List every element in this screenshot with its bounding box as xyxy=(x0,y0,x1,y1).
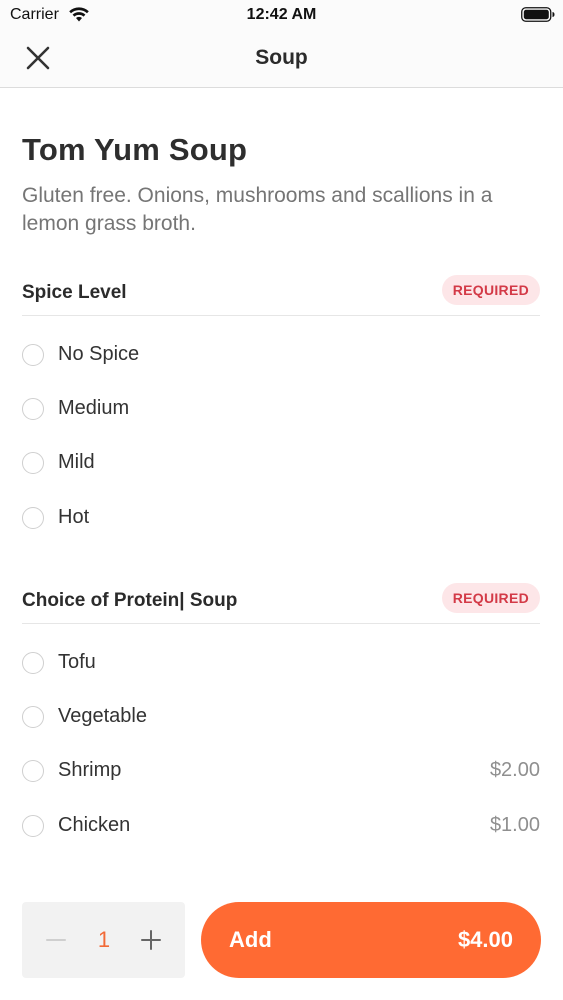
section-header-protein: Choice of Protein| Soup REQUIRED xyxy=(22,583,540,624)
battery-icon xyxy=(521,7,555,22)
option-mild[interactable]: Mild xyxy=(22,444,540,484)
quantity-stepper: 1 xyxy=(22,902,185,978)
option-hot[interactable]: Hot xyxy=(22,499,540,539)
section-title: Choice of Protein| Soup xyxy=(22,590,238,611)
decrement-button[interactable] xyxy=(36,920,76,960)
radio-button[interactable] xyxy=(22,706,44,728)
nav-title: Soup xyxy=(255,46,308,69)
option-label: Shrimp xyxy=(58,759,122,781)
option-price: $2.00 xyxy=(489,759,540,781)
add-label: Add xyxy=(229,927,272,952)
radio-button[interactable] xyxy=(22,760,44,782)
item-description: Gluten free. Onions, mushrooms and scall… xyxy=(22,184,493,235)
required-badge: REQUIRED xyxy=(441,583,540,613)
option-medium[interactable]: Medium xyxy=(22,390,540,430)
section-title: Spice Level xyxy=(22,282,127,303)
radio-button[interactable] xyxy=(22,452,44,474)
option-label: Mild xyxy=(58,451,95,473)
option-shrimp[interactable]: Shrimp $2.00 xyxy=(22,752,540,792)
option-tofu[interactable]: Tofu xyxy=(22,644,540,684)
option-label: Medium xyxy=(58,397,130,419)
option-label: Hot xyxy=(58,506,90,528)
add-to-order-button[interactable]: Add $4.00 xyxy=(201,902,541,978)
radio-button[interactable] xyxy=(22,652,44,674)
option-price: $1.00 xyxy=(489,814,540,836)
plus-icon xyxy=(141,930,161,950)
required-badge: REQUIRED xyxy=(441,275,540,305)
radio-button[interactable] xyxy=(22,344,44,366)
nav-bar: Soup xyxy=(0,30,563,88)
radio-button[interactable] xyxy=(22,398,44,420)
section-header-spice-level: Spice Level REQUIRED xyxy=(22,275,540,316)
add-price: $4.00 xyxy=(457,927,513,952)
minus-icon xyxy=(46,939,66,941)
option-chicken[interactable]: Chicken $1.00 xyxy=(22,807,540,847)
option-label: No Spice xyxy=(58,343,140,365)
quantity-value: 1 xyxy=(97,927,111,952)
radio-button[interactable] xyxy=(22,507,44,529)
option-label: Tofu xyxy=(58,651,96,673)
option-vegetable[interactable]: Vegetable xyxy=(22,698,540,738)
option-no-spice[interactable]: No Spice xyxy=(22,336,540,376)
increment-button[interactable] xyxy=(131,920,171,960)
option-label: Vegetable xyxy=(58,705,147,727)
radio-button[interactable] xyxy=(22,815,44,837)
status-bar: Carrier 12:42 AM xyxy=(0,0,563,30)
status-time: 12:42 AM xyxy=(246,6,317,23)
option-label: Chicken xyxy=(58,814,131,836)
item-title: Tom Yum Soup xyxy=(22,132,248,167)
